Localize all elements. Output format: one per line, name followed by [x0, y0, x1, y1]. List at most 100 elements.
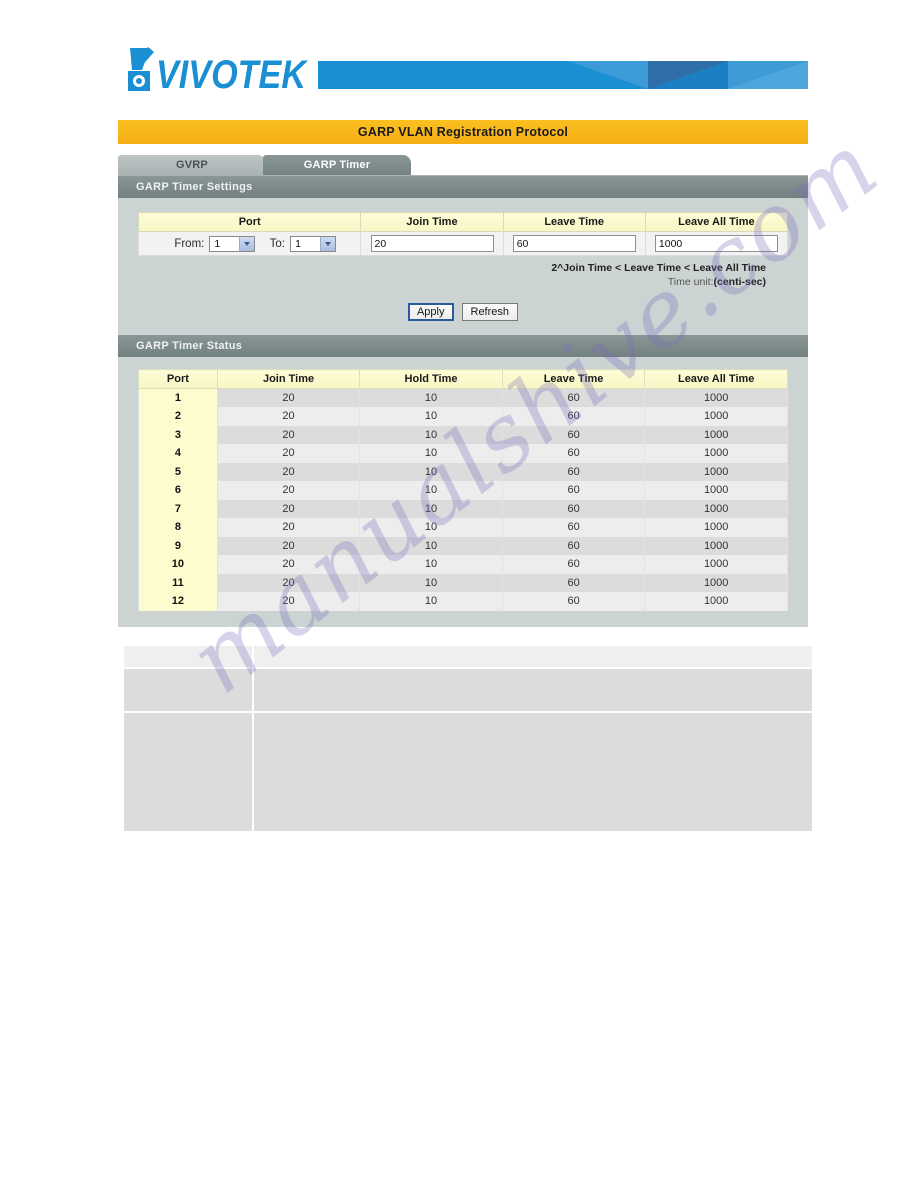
cell-leave-all-time: 1000: [644, 555, 788, 574]
status-header-leave-all-time: Leave All Time: [644, 369, 788, 389]
cell-leave-all-time: 1000: [644, 518, 788, 537]
table-row: 9 20 10 60 1000: [138, 536, 788, 555]
table-row: 2 20 10 60 1000: [138, 407, 788, 426]
cell-port: 12: [138, 592, 218, 611]
cell-leave-time: 60: [501, 388, 646, 407]
port-from-select[interactable]: 1: [209, 235, 256, 252]
table-row: 5 20 10 60 1000: [138, 462, 788, 481]
port-from-value: 1: [214, 237, 221, 250]
tab-gvrp-label: GVRP: [176, 159, 208, 171]
cell-leave-all-time: 1000: [644, 388, 788, 407]
cell-join-time: 20: [216, 462, 361, 481]
cell-leave-all-time: 1000: [644, 407, 788, 426]
status-header-port: Port: [138, 369, 218, 389]
cell-hold-time: 10: [359, 499, 503, 518]
hint-unit-value: (centi-sec): [713, 276, 766, 288]
cell-hold-time: 10: [359, 555, 503, 574]
settings-header-leave-time: Leave Time: [502, 212, 646, 232]
leave-time-input[interactable]: 60: [512, 235, 636, 252]
settings-header-leave-all-time: Leave All Time: [644, 212, 789, 232]
status-heading-label: GARP Timer Status: [136, 340, 243, 352]
cell-port: 3: [138, 425, 218, 444]
status-header-leave-time: Leave Time: [501, 369, 646, 389]
cell-leave-all-time: 1000: [644, 481, 788, 500]
cell-join-time: 20: [216, 407, 361, 426]
cell-hold-time: 10: [359, 518, 503, 537]
description-row-2: [123, 712, 813, 832]
hint-unit-prefix: Time unit:: [667, 276, 714, 288]
port-to-label: To:: [269, 237, 285, 250]
join-time-cell: 20: [360, 231, 504, 256]
cell-join-time: 20: [216, 425, 361, 444]
garp-timer-status-table: Port Join Time Hold Time Leave Time Leav…: [138, 369, 788, 611]
cell-hold-time: 10: [359, 444, 503, 463]
cell-leave-all-time: 1000: [644, 444, 788, 463]
cell-join-time: 20: [216, 555, 361, 574]
status-header-join-time: Join Time: [216, 369, 361, 389]
cell-hold-time: 10: [359, 407, 503, 426]
cell-hold-time: 10: [359, 573, 503, 592]
table-row: 12 20 10 60 1000: [138, 592, 788, 611]
cell-port: 5: [138, 462, 218, 481]
chevron-down-icon: [320, 236, 336, 251]
cell-port: 11: [138, 573, 218, 592]
leave-time-cell: 60: [502, 231, 646, 256]
settings-heading-label: GARP Timer Settings: [136, 181, 253, 193]
cell-hold-time: 10: [359, 481, 503, 500]
leave-all-time-cell: 1000: [644, 231, 789, 256]
table-row: 4 20 10 60 1000: [138, 444, 788, 463]
settings-header-join-time: Join Time: [360, 212, 504, 232]
garp-timer-status-heading: GARP Timer Status: [118, 335, 808, 357]
cell-join-time: 20: [216, 481, 361, 500]
garp-timer-settings-heading: GARP Timer Settings: [118, 176, 808, 198]
svg-text:VIVOTEK: VIVOTEK: [156, 53, 309, 97]
status-table-wrap: Port Join Time Hold Time Leave Time Leav…: [118, 357, 808, 611]
cell-join-time: 20: [216, 518, 361, 537]
cell-port: 8: [138, 518, 218, 537]
cell-leave-all-time: 1000: [644, 425, 788, 444]
description-cell-value: [253, 645, 813, 668]
description-cell-label: [123, 645, 253, 668]
brand-banner-graphic: [318, 61, 808, 89]
vivotek-camera-check-logo: [128, 47, 154, 91]
cell-leave-time: 60: [501, 573, 646, 592]
cell-leave-all-time: 1000: [644, 592, 788, 611]
brand-header: VIVOTEK: [120, 44, 808, 100]
cell-hold-time: 10: [359, 592, 503, 611]
table-row: 7 20 10 60 1000: [138, 499, 788, 518]
page-title: GARP VLAN Registration Protocol: [357, 125, 569, 139]
vivotek-logo: VIVOTEK: [120, 44, 310, 100]
cell-join-time: 20: [216, 573, 361, 592]
join-time-input[interactable]: 20: [370, 235, 494, 252]
table-row: 6 20 10 60 1000: [138, 481, 788, 500]
cell-port: 1: [138, 388, 218, 407]
port-from-label: From:: [174, 237, 205, 250]
settings-form: Port Join Time Leave Time Leave All Time…: [118, 198, 808, 321]
cell-port: 2: [138, 407, 218, 426]
cell-leave-time: 60: [501, 444, 646, 463]
cell-leave-all-time: 1000: [644, 499, 788, 518]
settings-value-row: From: 1 To: 1 20 60 1000: [137, 231, 789, 256]
description-row-header: [123, 645, 813, 668]
tab-garp-timer[interactable]: GARP Timer: [263, 155, 411, 175]
cell-hold-time: 10: [359, 536, 503, 555]
cell-port: 6: [138, 481, 218, 500]
status-header-row: Port Join Time Hold Time Leave Time Leav…: [138, 369, 788, 389]
cell-leave-time: 60: [501, 555, 646, 574]
description-table: [123, 645, 813, 832]
cell-leave-time: 60: [501, 592, 646, 611]
cell-join-time: 20: [216, 388, 361, 407]
cell-port: 10: [138, 555, 218, 574]
cell-leave-time: 60: [501, 462, 646, 481]
main-panel: GARP Timer Settings Port Join Time Leave…: [118, 175, 808, 627]
description-cell-label: [123, 712, 253, 832]
tab-gvrp[interactable]: GVRP: [118, 155, 266, 175]
table-row: 10 20 10 60 1000: [138, 555, 788, 574]
refresh-button[interactable]: Refresh: [461, 303, 519, 321]
apply-button[interactable]: Apply: [407, 303, 454, 321]
cell-join-time: 20: [216, 499, 361, 518]
port-to-select[interactable]: 1: [290, 235, 337, 252]
cell-hold-time: 10: [359, 462, 503, 481]
leave-all-time-input[interactable]: 1000: [654, 235, 778, 252]
cell-join-time: 20: [216, 444, 361, 463]
